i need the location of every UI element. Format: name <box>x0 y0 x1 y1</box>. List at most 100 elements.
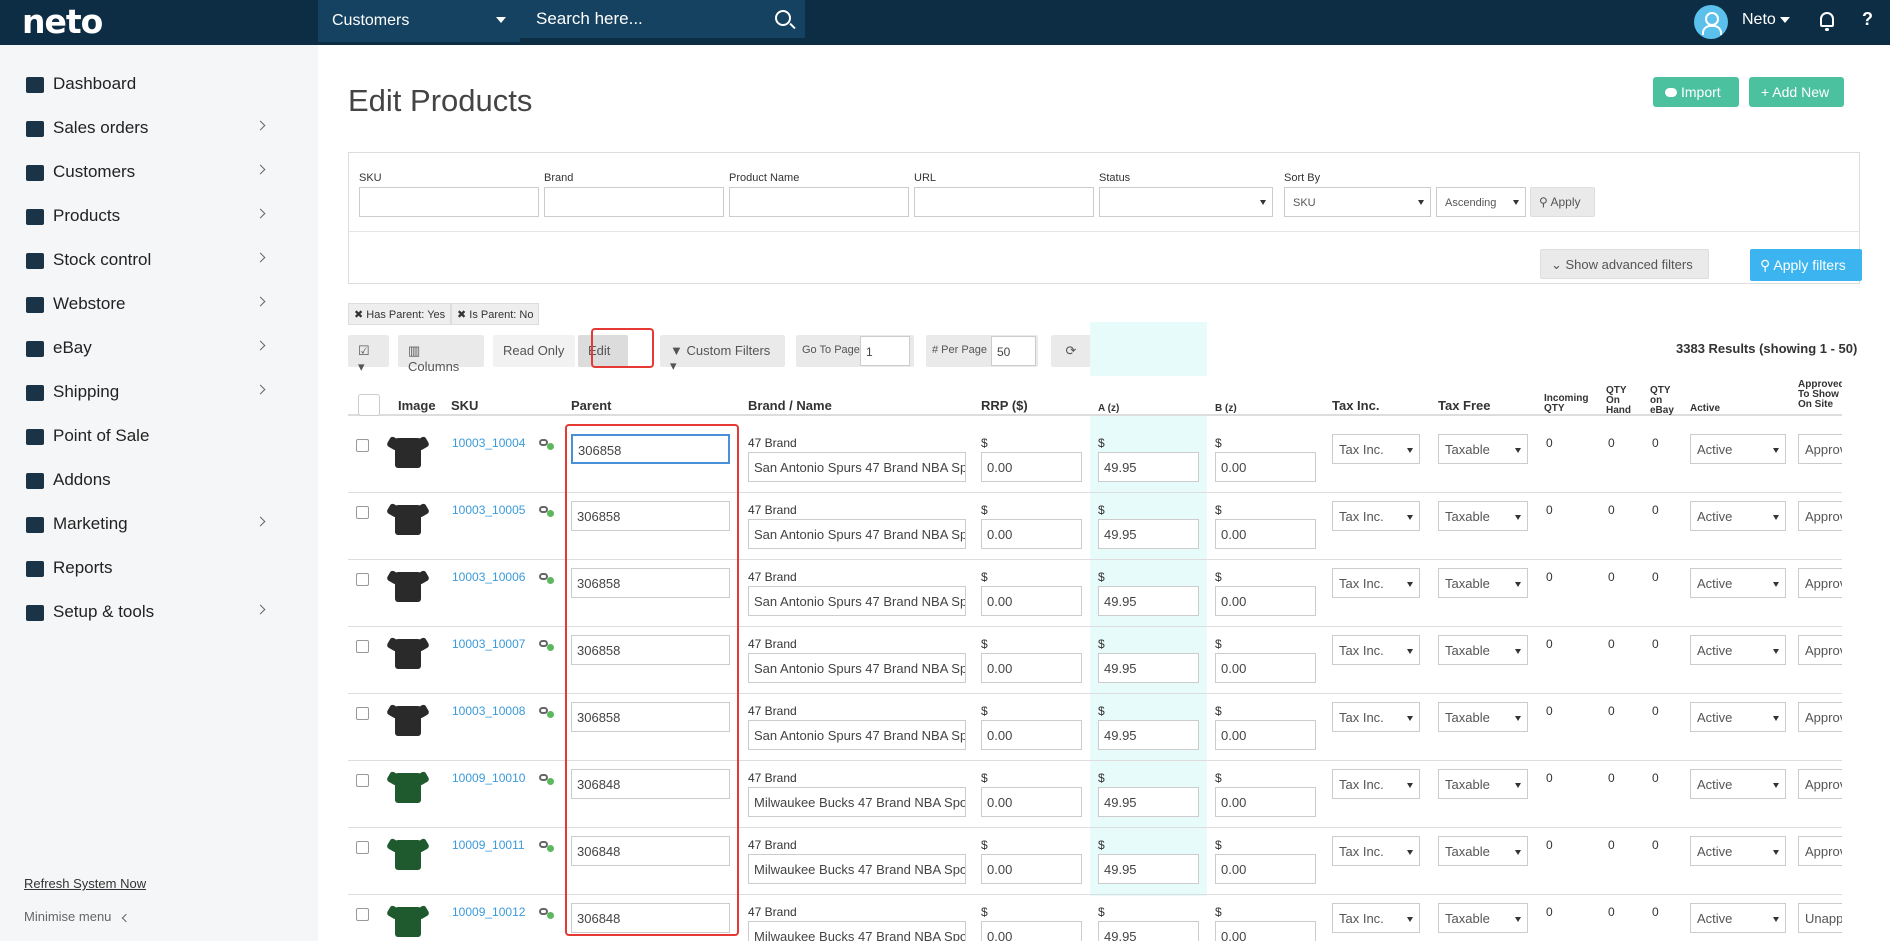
url-filter-input[interactable] <box>914 187 1094 217</box>
sidebar-item-reports[interactable]: Reports <box>0 549 280 589</box>
tax-inc-select[interactable]: Tax Inc. <box>1332 635 1420 665</box>
approved-select[interactable]: Approved <box>1798 568 1842 598</box>
sort-by-select[interactable]: SKU <box>1284 187 1431 217</box>
link-icon[interactable] <box>539 908 554 919</box>
sku-link[interactable]: 10009_10010 <box>452 771 525 785</box>
sku-link[interactable]: 10003_10005 <box>452 503 525 517</box>
sort-order-select[interactable]: Ascending <box>1436 187 1526 217</box>
sidebar-item-shipping[interactable]: Shipping <box>0 373 280 413</box>
filter-tag-is-parent[interactable]: ✖ Is Parent: No <box>451 303 540 325</box>
product-name-input[interactable]: San Antonio Spurs 47 Brand NBA Spurs <box>748 653 966 683</box>
columns-button[interactable]: ▥ Columns <box>398 335 484 374</box>
price-b-input[interactable]: 0.00 <box>1215 720 1316 750</box>
approved-select[interactable]: Approved <box>1798 501 1842 531</box>
col-sku[interactable]: SKU <box>451 398 478 413</box>
active-select[interactable]: Active <box>1690 903 1786 933</box>
tax-inc-select[interactable]: Tax Inc. <box>1332 836 1420 866</box>
approved-select[interactable]: Approved <box>1798 836 1842 866</box>
active-select[interactable]: Active <box>1690 769 1786 799</box>
price-b-input[interactable]: 0.00 <box>1215 854 1316 884</box>
active-select[interactable]: Active <box>1690 501 1786 531</box>
link-icon[interactable] <box>539 774 554 785</box>
sku-link[interactable]: 10003_10004 <box>452 436 525 450</box>
tax-free-select[interactable]: Taxable <box>1438 501 1528 531</box>
product-name-filter-input[interactable] <box>729 187 909 217</box>
link-icon[interactable] <box>539 640 554 651</box>
active-select[interactable]: Active <box>1690 635 1786 665</box>
sidebar-item-point-of-sale[interactable]: Point of Sale <box>0 417 280 457</box>
row-checkbox[interactable] <box>356 707 369 720</box>
select-all-dropdown[interactable] <box>358 394 380 416</box>
import-button[interactable]: Import <box>1653 77 1739 107</box>
add-new-button[interactable]: + Add New <box>1749 77 1844 107</box>
tax-free-select[interactable]: Taxable <box>1438 903 1528 933</box>
go-to-page-input[interactable]: 1 <box>860 336 910 366</box>
tax-inc-select[interactable]: Tax Inc. <box>1332 769 1420 799</box>
status-filter-select[interactable] <box>1099 187 1273 217</box>
rrp-input[interactable]: 0.00 <box>981 519 1082 549</box>
product-name-input[interactable]: San Antonio Spurs 47 Brand NBA Spurs <box>748 452 966 482</box>
sku-link[interactable]: 10003_10007 <box>452 637 525 651</box>
link-icon[interactable] <box>539 707 554 718</box>
row-checkbox[interactable] <box>356 908 369 921</box>
rrp-input[interactable]: 0.00 <box>981 921 1082 941</box>
bulk-select-button[interactable]: ☑ ▾ <box>348 335 389 374</box>
sidebar-item-setup-tools[interactable]: Setup & tools <box>0 593 280 633</box>
col-b[interactable]: B (z) <box>1215 404 1237 414</box>
approved-select[interactable]: Approved <box>1798 434 1842 464</box>
price-a-input[interactable]: 49.95 <box>1098 653 1199 683</box>
tax-free-select[interactable]: Taxable <box>1438 702 1528 732</box>
product-name-input[interactable]: Milwaukee Bucks 47 Brand NBA Sport <box>748 787 966 817</box>
rrp-input[interactable]: 0.00 <box>981 653 1082 683</box>
help-icon[interactable]: ? <box>1862 9 1873 30</box>
price-a-input[interactable]: 49.95 <box>1098 586 1199 616</box>
approved-select[interactable]: Approved <box>1798 635 1842 665</box>
sidebar-item-marketing[interactable]: Marketing <box>0 505 280 545</box>
sidebar-item-ebay[interactable]: eBay <box>0 329 280 369</box>
refresh-icon[interactable]: ⟳ <box>1051 335 1091 367</box>
per-page-input[interactable]: 50 <box>991 336 1036 366</box>
rrp-input[interactable]: 0.00 <box>981 720 1082 750</box>
active-select[interactable]: Active <box>1690 836 1786 866</box>
sidebar-item-addons[interactable]: Addons <box>0 461 280 501</box>
row-checkbox[interactable] <box>356 506 369 519</box>
link-icon[interactable] <box>539 439 554 450</box>
read-only-button[interactable]: Read Only <box>493 335 575 367</box>
sidebar-item-webstore[interactable]: Webstore <box>0 285 280 325</box>
active-select[interactable]: Active <box>1690 434 1786 464</box>
rrp-input[interactable]: 0.00 <box>981 854 1082 884</box>
tax-free-select[interactable]: Taxable <box>1438 635 1528 665</box>
brand-filter-input[interactable] <box>544 187 724 217</box>
price-b-input[interactable]: 0.00 <box>1215 653 1316 683</box>
price-b-input[interactable]: 0.00 <box>1215 586 1316 616</box>
filter-tag-has-parent[interactable]: ✖ Has Parent: Yes <box>348 303 452 325</box>
price-a-input[interactable]: 49.95 <box>1098 519 1199 549</box>
col-active[interactable]: Active <box>1690 404 1720 414</box>
minimise-menu-button[interactable]: Minimise menu <box>24 909 131 924</box>
price-a-input[interactable]: 49.95 <box>1098 787 1199 817</box>
col-brand-name[interactable]: Brand / Name <box>748 398 832 413</box>
tax-inc-select[interactable]: Tax Inc. <box>1332 702 1420 732</box>
tax-free-select[interactable]: Taxable <box>1438 836 1528 866</box>
col-parent[interactable]: Parent <box>571 398 611 413</box>
col-tax-free[interactable]: Tax Free <box>1438 398 1491 413</box>
rrp-input[interactable]: 0.00 <box>981 586 1082 616</box>
rrp-input[interactable]: 0.00 <box>981 787 1082 817</box>
close-icon[interactable]: ✖ <box>354 309 366 321</box>
apply-sort-button[interactable]: ⚲ Apply <box>1530 187 1595 217</box>
row-checkbox[interactable] <box>356 439 369 452</box>
bell-icon[interactable] <box>1820 12 1834 31</box>
tax-free-select[interactable]: Taxable <box>1438 769 1528 799</box>
approved-select[interactable]: Unapproved <box>1798 903 1842 933</box>
product-name-input[interactable]: Milwaukee Bucks 47 Brand NBA Sport <box>748 921 966 941</box>
approved-select[interactable]: Approved <box>1798 702 1842 732</box>
row-checkbox[interactable] <box>356 573 369 586</box>
col-qty-on-hand[interactable]: QTY On Hand <box>1606 386 1641 416</box>
product-name-input[interactable]: San Antonio Spurs 47 Brand NBA Spurs <box>748 586 966 616</box>
price-a-input[interactable]: 49.95 <box>1098 452 1199 482</box>
col-tax-inc[interactable]: Tax Inc. <box>1332 398 1379 413</box>
search-input[interactable]: Search here... <box>520 0 805 38</box>
price-b-input[interactable]: 0.00 <box>1215 787 1316 817</box>
link-icon[interactable] <box>539 573 554 584</box>
sku-link[interactable]: 10003_10006 <box>452 570 525 584</box>
